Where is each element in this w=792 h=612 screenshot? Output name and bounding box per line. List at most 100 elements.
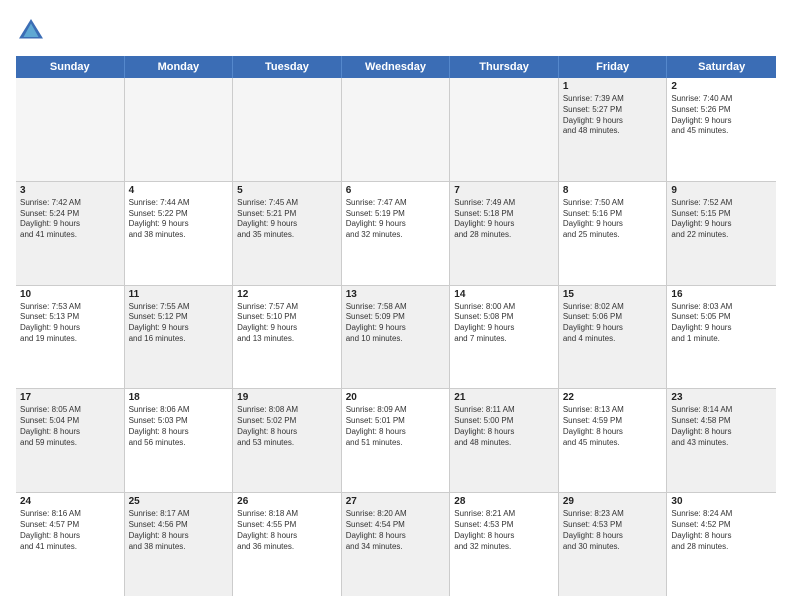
day-number: 25 <box>129 496 229 507</box>
empty-cell-0-4 <box>450 78 559 181</box>
day-number: 22 <box>563 392 663 403</box>
day-info: Sunrise: 8:08 AM Sunset: 5:02 PM Dayligh… <box>237 405 337 448</box>
day-number: 3 <box>20 185 120 196</box>
day-cell-25: 25 Sunrise: 8:17 AM Sunset: 4:56 PM Dayli… <box>125 493 234 596</box>
day-cell-11: 11 Sunrise: 7:55 AM Sunset: 5:12 PM Dayli… <box>125 286 234 389</box>
day-info: Sunrise: 8:06 AM Sunset: 5:03 PM Dayligh… <box>129 405 229 448</box>
day-cell-15: 15 Sunrise: 8:02 AM Sunset: 5:06 PM Dayli… <box>559 286 668 389</box>
day-number: 29 <box>563 496 663 507</box>
day-info: Sunrise: 8:05 AM Sunset: 5:04 PM Dayligh… <box>20 405 120 448</box>
day-cell-16: 16Sunrise: 8:03 AM Sunset: 5:05 PM Dayli… <box>667 286 776 389</box>
day-cell-1: 1 Sunrise: 7:39 AM Sunset: 5:27 PM Daylig… <box>559 78 668 181</box>
header-day-wednesday: Wednesday <box>342 56 451 78</box>
logo <box>16 16 50 46</box>
day-info: Sunrise: 8:09 AM Sunset: 5:01 PM Dayligh… <box>346 405 446 448</box>
day-info: Sunrise: 7:58 AM Sunset: 5:09 PM Dayligh… <box>346 302 446 345</box>
day-cell-5: 5 Sunrise: 7:45 AM Sunset: 5:21 PM Daylig… <box>233 182 342 285</box>
day-cell-28: 28 Sunrise: 8:21 AM Sunset: 4:53 PM Dayli… <box>450 493 559 596</box>
day-info: Sunrise: 7:44 AM Sunset: 5:22 PM Dayligh… <box>129 198 229 241</box>
day-info: Sunrise: 7:52 AM Sunset: 5:15 PM Dayligh… <box>671 198 772 241</box>
day-cell-30: 30 Sunrise: 8:24 AM Sunset: 4:52 PM Dayli… <box>667 493 776 596</box>
calendar-header: SundayMondayTuesdayWednesdayThursdayFrid… <box>16 56 776 78</box>
day-number: 5 <box>237 185 337 196</box>
day-cell-12: 12 Sunrise: 7:57 AM Sunset: 5:10 PM Dayli… <box>233 286 342 389</box>
day-number: 17 <box>20 392 120 403</box>
day-number: 2 <box>671 81 772 92</box>
header-day-saturday: Saturday <box>667 56 776 78</box>
week-row-3: 17 Sunrise: 8:05 AM Sunset: 5:04 PM Dayli… <box>16 389 776 493</box>
day-cell-17: 17 Sunrise: 8:05 AM Sunset: 5:04 PM Dayli… <box>16 389 125 492</box>
header-day-monday: Monday <box>125 56 234 78</box>
day-info: Sunrise: 8:17 AM Sunset: 4:56 PM Dayligh… <box>129 509 229 552</box>
day-cell-10: 10 Sunrise: 7:53 AM Sunset: 5:13 PM Dayli… <box>16 286 125 389</box>
calendar: SundayMondayTuesdayWednesdayThursdayFrid… <box>16 56 776 596</box>
day-info: Sunrise: 7:53 AM Sunset: 5:13 PM Dayligh… <box>20 302 120 345</box>
day-number: 20 <box>346 392 446 403</box>
day-number: 9 <box>671 185 772 196</box>
day-number: 30 <box>671 496 772 507</box>
day-number: 18 <box>129 392 229 403</box>
empty-cell-0-1 <box>125 78 234 181</box>
day-number: 27 <box>346 496 446 507</box>
day-cell-26: 26 Sunrise: 8:18 AM Sunset: 4:55 PM Dayli… <box>233 493 342 596</box>
day-cell-22: 22 Sunrise: 8:13 AM Sunset: 4:59 PM Dayli… <box>559 389 668 492</box>
week-row-2: 10 Sunrise: 7:53 AM Sunset: 5:13 PM Dayli… <box>16 286 776 390</box>
day-number: 11 <box>129 289 229 300</box>
day-info: Sunrise: 8:24 AM Sunset: 4:52 PM Dayligh… <box>671 509 772 552</box>
day-number: 16 <box>671 289 772 300</box>
day-number: 1 <box>563 81 663 92</box>
day-info: Sunrise: 8:18 AM Sunset: 4:55 PM Dayligh… <box>237 509 337 552</box>
day-cell-7: 7Sunrise: 7:49 AM Sunset: 5:18 PM Daylig… <box>450 182 559 285</box>
empty-cell-0-3 <box>342 78 451 181</box>
day-info: Sunrise: 8:21 AM Sunset: 4:53 PM Dayligh… <box>454 509 554 552</box>
week-row-0: 1 Sunrise: 7:39 AM Sunset: 5:27 PM Daylig… <box>16 78 776 182</box>
day-number: 4 <box>129 185 229 196</box>
day-info: Sunrise: 8:20 AM Sunset: 4:54 PM Dayligh… <box>346 509 446 552</box>
header-day-tuesday: Tuesday <box>233 56 342 78</box>
day-number: 6 <box>346 185 446 196</box>
day-number: 7 <box>454 185 554 196</box>
header-day-friday: Friday <box>559 56 668 78</box>
day-info: Sunrise: 7:55 AM Sunset: 5:12 PM Dayligh… <box>129 302 229 345</box>
day-info: Sunrise: 7:57 AM Sunset: 5:10 PM Dayligh… <box>237 302 337 345</box>
day-info: Sunrise: 8:02 AM Sunset: 5:06 PM Dayligh… <box>563 302 663 345</box>
empty-cell-0-0 <box>16 78 125 181</box>
day-info: Sunrise: 7:39 AM Sunset: 5:27 PM Dayligh… <box>563 94 663 137</box>
day-info: Sunrise: 8:16 AM Sunset: 4:57 PM Dayligh… <box>20 509 120 552</box>
day-cell-14: 14 Sunrise: 8:00 AM Sunset: 5:08 PM Dayli… <box>450 286 559 389</box>
day-info: Sunrise: 7:47 AM Sunset: 5:19 PM Dayligh… <box>346 198 446 241</box>
day-number: 10 <box>20 289 120 300</box>
day-number: 26 <box>237 496 337 507</box>
day-info: Sunrise: 8:00 AM Sunset: 5:08 PM Dayligh… <box>454 302 554 345</box>
header-day-thursday: Thursday <box>450 56 559 78</box>
day-info: Sunrise: 7:45 AM Sunset: 5:21 PM Dayligh… <box>237 198 337 241</box>
header-day-sunday: Sunday <box>16 56 125 78</box>
day-cell-24: 24 Sunrise: 8:16 AM Sunset: 4:57 PM Dayli… <box>16 493 125 596</box>
day-number: 28 <box>454 496 554 507</box>
day-number: 12 <box>237 289 337 300</box>
day-info: Sunrise: 7:50 AM Sunset: 5:16 PM Dayligh… <box>563 198 663 241</box>
page: SundayMondayTuesdayWednesdayThursdayFrid… <box>0 0 792 612</box>
day-cell-6: 6 Sunrise: 7:47 AM Sunset: 5:19 PM Daylig… <box>342 182 451 285</box>
day-cell-13: 13 Sunrise: 7:58 AM Sunset: 5:09 PM Dayli… <box>342 286 451 389</box>
logo-icon <box>16 16 46 46</box>
day-info: Sunrise: 8:13 AM Sunset: 4:59 PM Dayligh… <box>563 405 663 448</box>
day-info: Sunrise: 8:23 AM Sunset: 4:53 PM Dayligh… <box>563 509 663 552</box>
week-row-4: 24 Sunrise: 8:16 AM Sunset: 4:57 PM Dayli… <box>16 493 776 596</box>
day-number: 23 <box>671 392 772 403</box>
day-cell-9: 9 Sunrise: 7:52 AM Sunset: 5:15 PM Daylig… <box>667 182 776 285</box>
day-cell-3: 3Sunrise: 7:42 AM Sunset: 5:24 PM Daylig… <box>16 182 125 285</box>
day-number: 24 <box>20 496 120 507</box>
day-cell-21: 21Sunrise: 8:11 AM Sunset: 5:00 PM Dayli… <box>450 389 559 492</box>
day-number: 14 <box>454 289 554 300</box>
day-cell-4: 4 Sunrise: 7:44 AM Sunset: 5:22 PM Daylig… <box>125 182 234 285</box>
day-number: 19 <box>237 392 337 403</box>
day-number: 15 <box>563 289 663 300</box>
day-cell-29: 29 Sunrise: 8:23 AM Sunset: 4:53 PM Dayli… <box>559 493 668 596</box>
day-info: Sunrise: 8:11 AM Sunset: 5:00 PM Dayligh… <box>454 405 554 448</box>
day-info: Sunrise: 8:14 AM Sunset: 4:58 PM Dayligh… <box>671 405 772 448</box>
day-cell-19: 19 Sunrise: 8:08 AM Sunset: 5:02 PM Dayli… <box>233 389 342 492</box>
calendar-body: 1 Sunrise: 7:39 AM Sunset: 5:27 PM Daylig… <box>16 78 776 596</box>
day-cell-2: 2Sunrise: 7:40 AM Sunset: 5:26 PM Daylig… <box>667 78 776 181</box>
day-number: 13 <box>346 289 446 300</box>
